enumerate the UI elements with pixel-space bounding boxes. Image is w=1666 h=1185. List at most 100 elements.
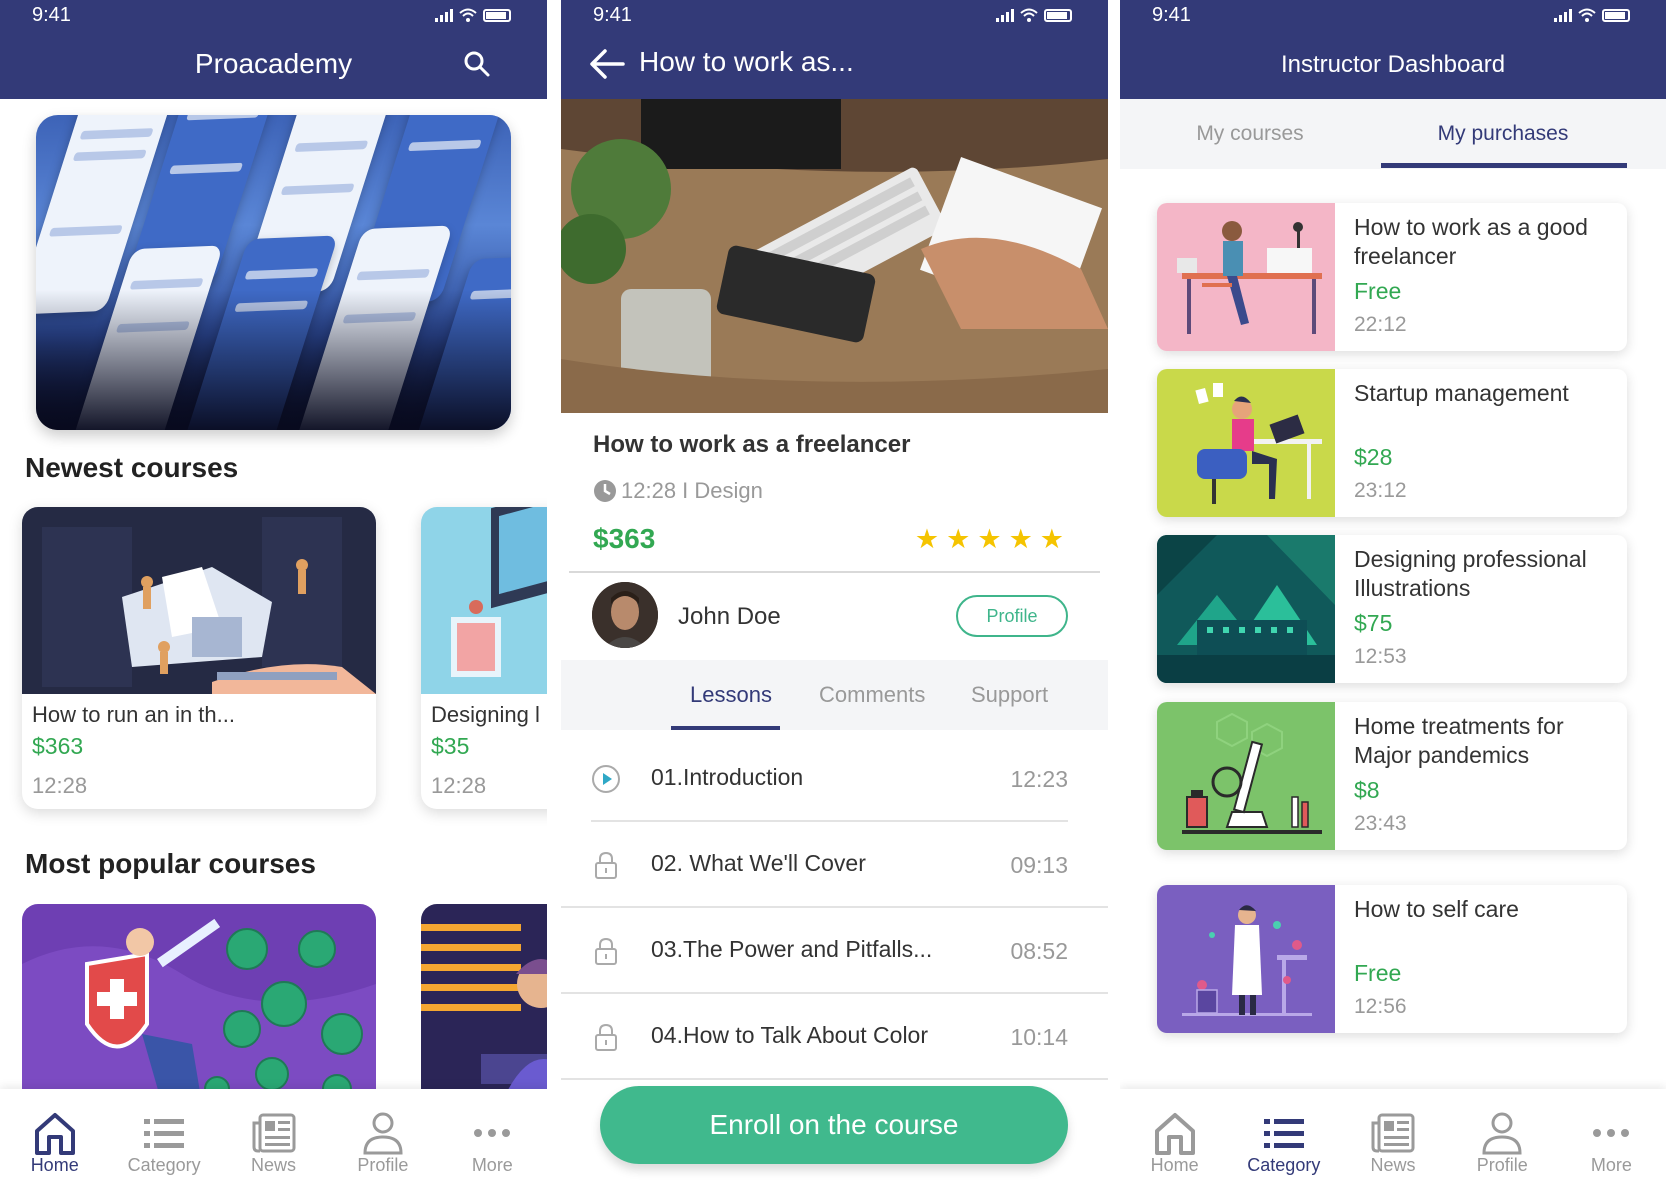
clock-icon [594, 480, 616, 502]
home-icon [1154, 1113, 1195, 1155]
lesson-item[interactable]: 01.Introduction 12:23 [561, 736, 1108, 822]
lock-icon [595, 937, 617, 965]
tab-news[interactable]: News [1338, 1089, 1447, 1185]
purchase-card[interactable]: Startup management $28 23:12 [1157, 369, 1627, 517]
lesson-item[interactable]: 03.The Power and Pitfalls... 08:52 [561, 908, 1108, 994]
course-thumbnail [1157, 203, 1335, 351]
tab-category[interactable]: Category [1229, 1089, 1338, 1185]
popular-course-card[interactable] [22, 904, 376, 1104]
course-card[interactable]: How to run an in th... $363 12:28 [22, 507, 376, 809]
course-duration: 12:28 [32, 773, 88, 798]
course-price: Free [1354, 278, 1402, 304]
course-price: $363 [593, 523, 656, 554]
tab-profile[interactable]: Profile [1448, 1089, 1557, 1185]
tab-profile[interactable]: Profile [328, 1089, 437, 1185]
course-detail-screen: 9:41 How to work as... How to work as a … [561, 0, 1108, 1185]
signal-icon [435, 8, 453, 22]
tab-comments[interactable]: Comments [819, 682, 925, 708]
tab-my-purchases[interactable]: My purchases [1403, 122, 1603, 146]
purchase-card[interactable]: Home treatments for Major pandemics $8 2… [1157, 702, 1627, 850]
course-duration: 23:43 [1354, 812, 1407, 835]
status-bar: 9:41 [1120, 0, 1666, 30]
course-price: $8 [1354, 777, 1380, 803]
status-time: 9:41 [1152, 4, 1191, 26]
newest-courses-heading: Newest courses [25, 452, 239, 483]
tab-more[interactable]: More [438, 1089, 547, 1185]
bottom-tab-bar: Home Category News Profile More [1120, 1089, 1666, 1185]
tab-label: Profile [357, 1155, 409, 1175]
battery-icon [483, 8, 511, 22]
course-duration: 12:28 [431, 773, 487, 798]
popular-courses-heading: Most popular courses [25, 848, 316, 879]
user-icon [1482, 1112, 1522, 1155]
tab-label: Home [1150, 1155, 1199, 1175]
course-price: $28 [1354, 444, 1393, 470]
course-card[interactable]: Designing l $35 12:28 [421, 507, 547, 809]
bottom-tab-bar: Home Category News Profile More [0, 1089, 547, 1185]
popular-course-card[interactable] [421, 904, 547, 1104]
divider [561, 1078, 1108, 1080]
purchase-card[interactable]: How to self care Free 12:56 [1157, 885, 1627, 1033]
star-icon: ★ [977, 524, 1002, 554]
top-nav: How to work as... [561, 30, 1108, 99]
course-title: How to work as a freelancer [593, 431, 911, 458]
active-tab-indicator [671, 726, 780, 730]
lesson-duration: 09:13 [1010, 852, 1068, 878]
course-price: $363 [32, 733, 84, 759]
status-icons [1554, 8, 1630, 22]
tab-label: More [1590, 1155, 1632, 1175]
tab-more[interactable]: More [1557, 1089, 1666, 1185]
back-arrow-icon[interactable] [589, 46, 625, 82]
lesson-item[interactable]: 02. What We'll Cover 09:13 [561, 822, 1108, 908]
course-duration: 22:12 [1354, 313, 1407, 336]
top-nav: Instructor Dashboard [1120, 30, 1666, 99]
lesson-name: 03.The Power and Pitfalls... [651, 936, 933, 962]
divider [569, 571, 1100, 573]
signal-icon [996, 8, 1014, 22]
course-duration: 23:12 [1354, 479, 1407, 502]
lesson-item[interactable]: 04.How to Talk About Color 10:14 [561, 994, 1108, 1080]
enroll-button[interactable]: Enroll on the course [600, 1086, 1068, 1164]
tab-label: Profile [1476, 1155, 1528, 1175]
list-icon [1263, 1119, 1304, 1148]
lock-icon [595, 851, 617, 879]
dashboard-tabs: My courses My purchases [1120, 99, 1666, 169]
course-title: Designing l [431, 702, 540, 727]
status-icons [996, 8, 1072, 22]
tab-support[interactable]: Support [971, 682, 1048, 708]
course-thumbnail [1157, 535, 1335, 683]
course-thumbnail [1157, 885, 1335, 1033]
course-title: How to self care [1354, 896, 1519, 922]
course-hero-image [561, 99, 1108, 413]
course-title: How to run an in th... [32, 702, 235, 727]
profile-button[interactable]: Profile [956, 595, 1068, 637]
tab-my-courses[interactable]: My courses [1150, 122, 1350, 146]
course-title: Designing professional Illustrations [1354, 546, 1587, 601]
avatar[interactable] [592, 582, 658, 648]
signal-icon [1554, 8, 1572, 22]
star-icon: ★ [1039, 524, 1064, 554]
course-tabs: Lessons Comments Support [561, 660, 1108, 730]
rating-stars: ★ ★ ★ ★ ★ [915, 526, 1064, 553]
purchase-card[interactable]: Designing professional Illustrations $75… [1157, 535, 1627, 683]
course-thumbnail [421, 507, 547, 694]
course-duration: 12:56 [1354, 995, 1407, 1018]
list-icon [144, 1119, 185, 1148]
purchase-card[interactable]: How to work as a good freelancer Free 22… [1157, 203, 1627, 351]
tab-lessons[interactable]: Lessons [690, 682, 772, 708]
tab-news[interactable]: News [219, 1089, 328, 1185]
tab-label: Category [1247, 1155, 1321, 1175]
status-bar: 9:41 [561, 0, 1108, 30]
tab-category[interactable]: Category [109, 1089, 218, 1185]
instructor-dashboard-screen: 9:41 Instructor Dashboard My courses My … [1120, 0, 1666, 1185]
star-icon: ★ [946, 524, 971, 554]
search-icon[interactable] [463, 50, 491, 78]
tab-home[interactable]: Home [1120, 1089, 1229, 1185]
battery-icon [1044, 8, 1072, 22]
battery-icon [1602, 8, 1630, 22]
course-thumbnail [1157, 702, 1335, 850]
tab-home[interactable]: Home [0, 1089, 109, 1185]
play-icon [592, 765, 620, 793]
featured-banner[interactable] [36, 115, 511, 430]
home-screen: 9:41 Proacademy Newest courses How to ru… [0, 0, 547, 1185]
